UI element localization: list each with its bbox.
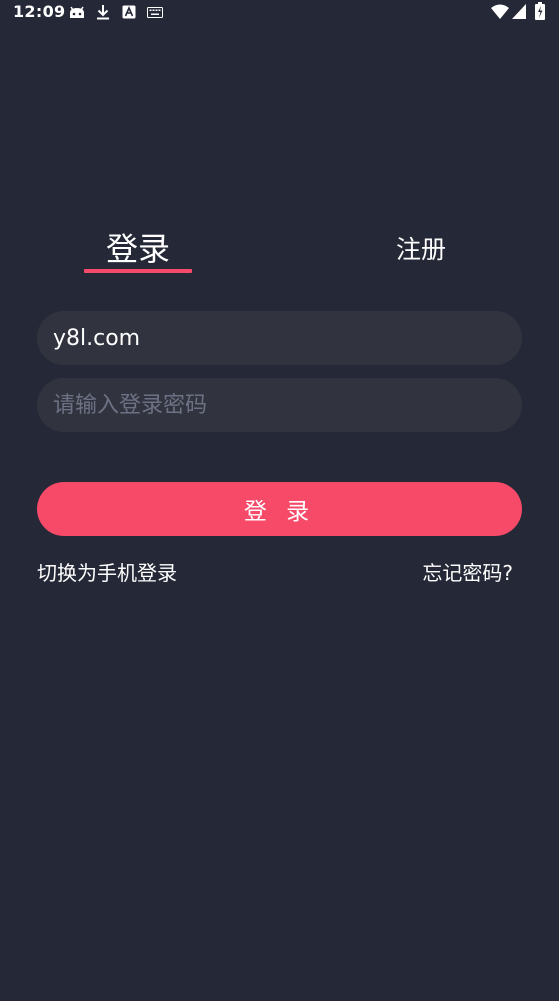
battery-icon <box>535 2 545 20</box>
status-time: 12:09 <box>13 2 66 21</box>
wifi-icon <box>491 4 509 19</box>
keyboard-icon <box>147 7 163 18</box>
cellular-signal-icon <box>512 4 526 19</box>
tab-login[interactable]: 登录 <box>84 224 192 270</box>
forgot-password-link[interactable]: 忘记密码? <box>422 557 513 586</box>
password-input[interactable] <box>53 392 506 418</box>
login-button[interactable]: 登 录 <box>37 482 522 536</box>
account-input[interactable] <box>53 325 506 351</box>
switch-phone-login-link[interactable]: 切换为手机登录 <box>37 557 177 586</box>
password-field[interactable] <box>37 378 522 432</box>
font-a-icon <box>122 5 136 19</box>
android-debug-icon <box>70 6 84 18</box>
account-field[interactable] <box>37 311 522 365</box>
status-bar: 12:09 <box>0 0 559 26</box>
tab-register[interactable]: 注册 <box>370 230 472 266</box>
active-tab-indicator <box>84 269 192 273</box>
download-icon <box>97 5 109 20</box>
login-screen: 12:09 登录 注册 y8l.com 登 录 切换为手机登录 忘记密码? <box>0 0 559 1001</box>
